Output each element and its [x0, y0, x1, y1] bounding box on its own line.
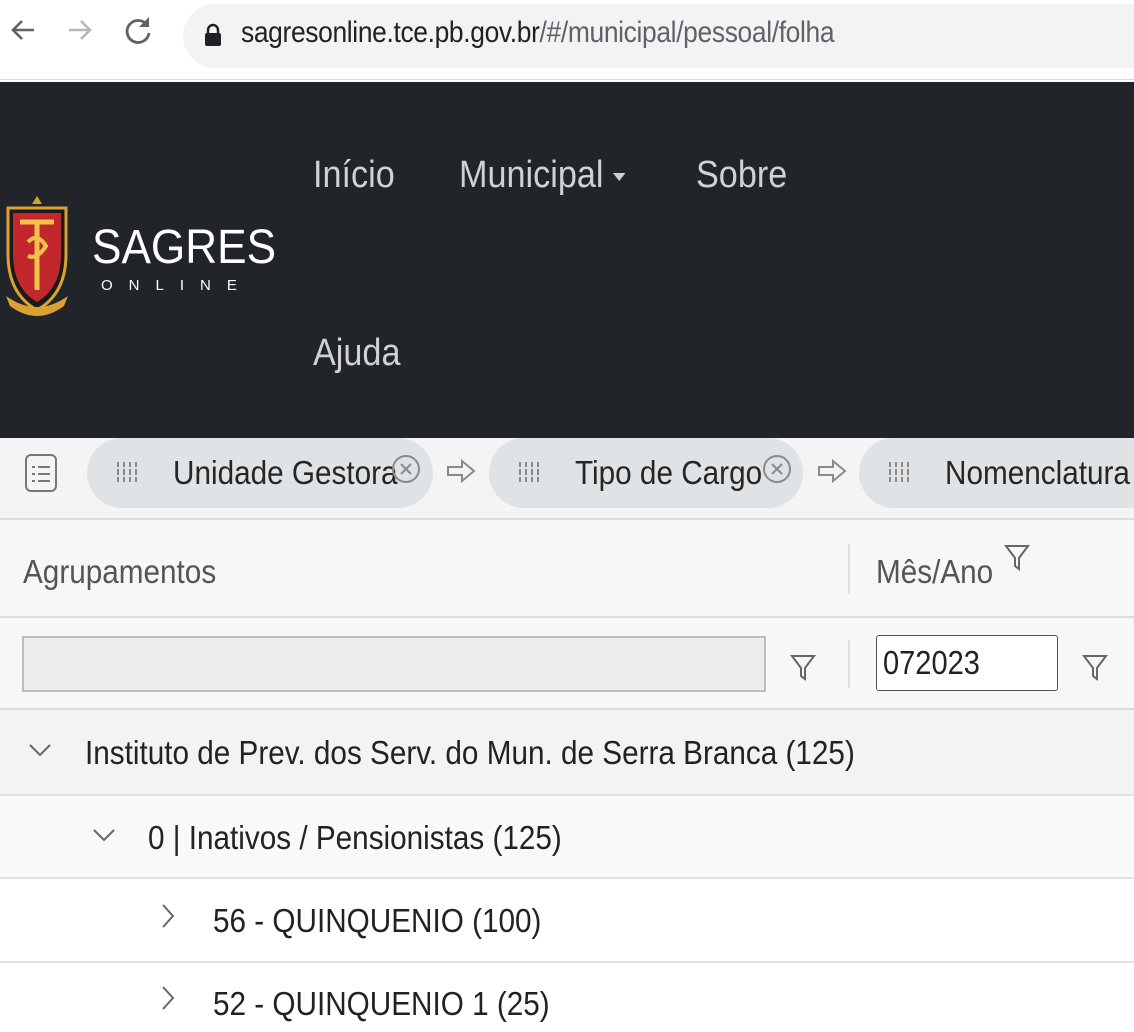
- group-chip-nomenclatura[interactable]: Nomenclatura: [859, 438, 1134, 508]
- chevron-down-icon[interactable]: [28, 742, 52, 763]
- nav-municipal[interactable]: Municipal: [459, 154, 626, 196]
- chevron-right-icon[interactable]: [160, 903, 176, 934]
- nav-ajuda[interactable]: Ajuda: [313, 334, 400, 372]
- brand-subtitle: ONLINE: [101, 277, 253, 294]
- forward-arrow-icon[interactable]: [60, 8, 100, 52]
- tree-row[interactable]: 52 - QUINQUENIO 1 (25): [0, 963, 1134, 1032]
- url-text: sagresonline.tce.pb.gov.br/#/municipal/p…: [241, 16, 835, 49]
- tree-row-label: 52 - QUINQUENIO 1 (25): [213, 985, 550, 1022]
- filter-icon[interactable]: [790, 654, 816, 687]
- tce-crest-logo[interactable]: [4, 122, 70, 323]
- nav-sobre[interactable]: Sobre: [696, 156, 787, 194]
- address-bar[interactable]: sagresonline.tce.pb.gov.br/#/municipal/p…: [183, 4, 1134, 68]
- group-chip-label: Tipo de Cargo: [575, 454, 763, 491]
- nav-inicio[interactable]: Início: [313, 156, 395, 194]
- group-chip-label: Nomenclatura: [945, 454, 1130, 491]
- column-header-mes-ano[interactable]: Mês/Ano: [876, 553, 993, 591]
- browser-toolbar: sagresonline.tce.pb.gov.br/#/municipal/p…: [0, 0, 1134, 80]
- group-panel-icon: [24, 453, 58, 498]
- column-divider: [848, 640, 850, 688]
- caret-down-icon: [612, 172, 626, 181]
- right-arrow-icon: [817, 456, 847, 491]
- remove-circle-icon[interactable]: [391, 454, 421, 489]
- tree-row[interactable]: Instituto de Prev. dos Serv. do Mun. de …: [0, 710, 1134, 796]
- filter-row: 072023: [0, 618, 1134, 710]
- chevron-right-icon[interactable]: [160, 985, 176, 1016]
- group-chip-unidade-gestora[interactable]: Unidade Gestora: [87, 438, 433, 508]
- tree-row-label: 0 | Inativos / Pensionistas (125): [148, 819, 562, 856]
- grid-header: Agrupamentos Mês/Ano: [0, 520, 1134, 618]
- agrupamentos-filter-input[interactable]: [22, 636, 766, 692]
- remove-circle-icon[interactable]: [762, 454, 792, 489]
- column-header-agrupamentos[interactable]: Agrupamentos: [23, 553, 216, 591]
- drag-handle-icon[interactable]: [115, 460, 141, 489]
- mes-ano-filter-value: 072023: [883, 644, 980, 681]
- brand-title: SAGRES: [92, 221, 277, 274]
- mes-ano-filter-input[interactable]: 072023: [876, 635, 1058, 691]
- lock-icon: [204, 23, 222, 52]
- group-chip-tipo-de-cargo[interactable]: Tipo de Cargo: [489, 438, 803, 508]
- drag-handle-icon[interactable]: [887, 460, 913, 489]
- filter-icon[interactable]: [1082, 654, 1108, 687]
- tree-row-label: Instituto de Prev. dos Serv. do Mun. de …: [85, 734, 855, 771]
- drag-handle-icon[interactable]: [517, 460, 543, 489]
- nav-municipal-label: Municipal: [459, 154, 604, 196]
- back-arrow-icon[interactable]: [3, 8, 43, 52]
- right-arrow-icon: [446, 456, 476, 491]
- tree-row[interactable]: 56 - QUINQUENIO (100): [0, 879, 1134, 963]
- tree-row[interactable]: 0 | Inativos / Pensionistas (125): [0, 796, 1134, 879]
- group-panel: Unidade Gestora Tipo de Cargo Nomenclatu…: [0, 438, 1134, 520]
- tree-row-label: 56 - QUINQUENIO (100): [213, 902, 542, 939]
- group-chip-label: Unidade Gestora: [173, 454, 398, 491]
- chevron-down-icon[interactable]: [92, 827, 116, 848]
- reload-icon[interactable]: [118, 8, 158, 52]
- column-filter-icon[interactable]: [1004, 544, 1030, 577]
- column-divider[interactable]: [848, 544, 850, 594]
